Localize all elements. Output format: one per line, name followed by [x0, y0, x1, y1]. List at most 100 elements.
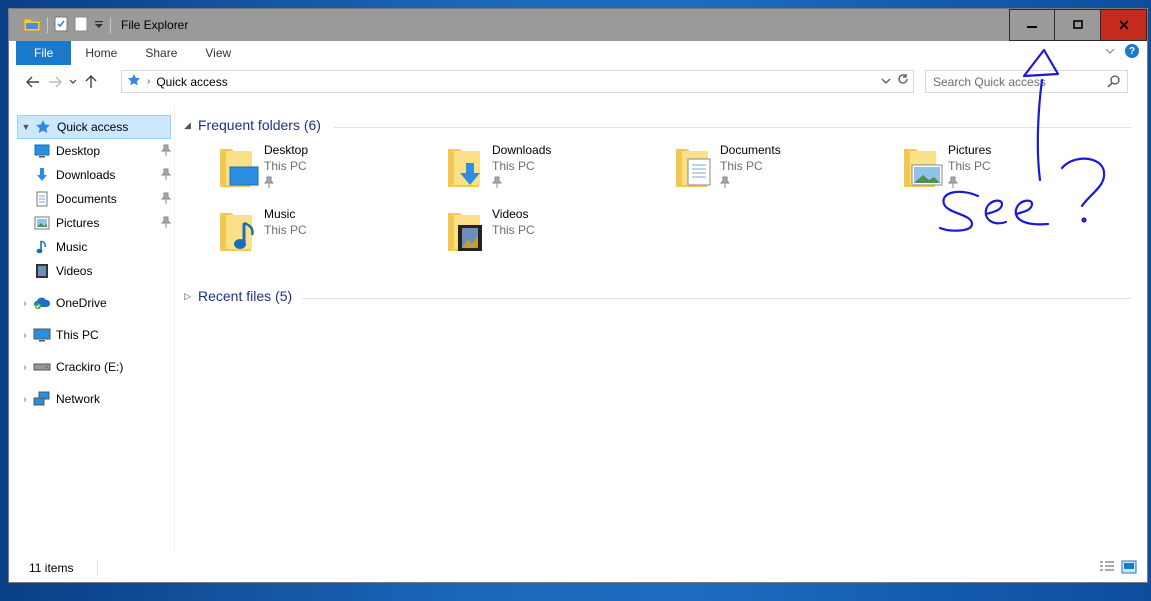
pin-icon[interactable]	[491, 176, 503, 191]
sidebar-item-documents[interactable]: Documents	[33, 187, 172, 211]
frequent-folders-group-header[interactable]: ◢ Frequent folders (6)	[184, 117, 321, 133]
folder-tile-music[interactable]: Music This PC	[218, 207, 438, 263]
maximize-button[interactable]	[1055, 9, 1101, 41]
pin-icon[interactable]	[160, 168, 172, 183]
pin-icon[interactable]	[263, 176, 275, 191]
pin-icon[interactable]	[719, 176, 731, 191]
chevron-right-icon[interactable]: ›	[17, 298, 33, 308]
sidebar-item-music[interactable]: Music	[33, 235, 171, 259]
desktop-icon	[33, 143, 51, 159]
new-folder-icon[interactable]	[74, 16, 88, 35]
folder-name: Videos	[492, 207, 529, 221]
sidebar-item-label: Videos	[56, 264, 93, 278]
sidebar-item-desktop[interactable]: Desktop	[33, 139, 172, 163]
drive-icon	[33, 359, 51, 375]
folder-name: Documents	[720, 143, 781, 157]
music-folder-icon	[218, 207, 260, 253]
pin-icon[interactable]	[160, 216, 172, 231]
recent-locations-chevron-icon[interactable]	[66, 71, 80, 93]
videos-folder-icon	[446, 207, 488, 253]
up-arrow-icon[interactable]	[80, 71, 102, 93]
folder-tile-desktop[interactable]: Desktop This PC	[218, 143, 438, 199]
back-arrow-icon[interactable]	[22, 71, 44, 93]
desktop-folder-icon	[218, 143, 260, 189]
properties-icon[interactable]	[54, 16, 68, 35]
sidebar-item-label: Documents	[56, 192, 117, 206]
minimize-button[interactable]	[1009, 9, 1055, 41]
window-controls	[1009, 9, 1147, 41]
view-switcher	[1099, 560, 1137, 577]
sidebar-item-label: Music	[56, 240, 88, 254]
this-pc-icon	[33, 327, 51, 343]
videos-icon	[33, 263, 51, 279]
folder-app-icon	[23, 16, 41, 35]
ribbon-tabs: File Home Share View ?	[9, 41, 1147, 65]
breadcrumb-separator-icon: ›	[147, 76, 151, 87]
recent-files-group-header[interactable]: ▷ Recent files (5)	[184, 288, 292, 304]
status-bar: 11 items	[9, 557, 1147, 579]
folder-tile-pictures[interactable]: Pictures This PC	[902, 143, 1122, 199]
tab-share[interactable]: Share	[131, 41, 191, 65]
help-icon[interactable]: ?	[1125, 44, 1139, 58]
folder-location: This PC	[720, 159, 763, 173]
sidebar-item-label: Desktop	[56, 144, 101, 158]
forward-arrow-icon[interactable]	[44, 71, 66, 93]
expand-ribbon-icon[interactable]	[1105, 44, 1115, 58]
breadcrumb-quick-access[interactable]: Quick access	[156, 75, 227, 89]
folder-tile-downloads[interactable]: Downloads This PC	[446, 143, 666, 199]
group-divider	[302, 298, 1131, 299]
folder-location: This PC	[492, 159, 535, 173]
sidebar-item-label: Crackiro (E:)	[56, 360, 124, 374]
folder-tile-videos[interactable]: Videos This PC	[446, 207, 666, 263]
toolbar-separator	[47, 17, 48, 33]
search-box[interactable]: Search Quick access	[925, 70, 1128, 93]
sidebar-item-downloads[interactable]: Downloads	[33, 163, 172, 187]
chevron-down-icon[interactable]: ▼	[18, 122, 34, 132]
folder-name: Pictures	[948, 143, 992, 157]
tab-view[interactable]: View	[191, 41, 245, 65]
onedrive-icon	[33, 295, 51, 311]
tab-file[interactable]: File	[16, 41, 72, 65]
group-divider	[334, 127, 1131, 128]
address-bar[interactable]: › Quick access	[121, 70, 914, 93]
folder-location: This PC	[264, 223, 307, 237]
large-icons-view-icon[interactable]	[1121, 560, 1137, 577]
refresh-icon[interactable]	[897, 73, 909, 88]
close-button[interactable]	[1101, 9, 1147, 41]
folder-location: This PC	[492, 223, 535, 237]
folder-tile-documents[interactable]: Documents This PC	[674, 143, 894, 199]
chevron-right-icon[interactable]: ›	[17, 330, 33, 340]
tab-home[interactable]: Home	[71, 41, 131, 65]
sidebar-item-crackiro-drive[interactable]: › Crackiro (E:)	[17, 355, 171, 379]
search-input[interactable]: Search Quick access	[933, 75, 1046, 89]
sidebar-item-network[interactable]: › Network	[17, 387, 171, 411]
minimize-icon	[1027, 26, 1037, 28]
expand-triangle-icon[interactable]: ▷	[184, 291, 198, 302]
pin-icon[interactable]	[160, 192, 172, 207]
pictures-icon	[33, 215, 51, 231]
downloads-folder-icon	[446, 143, 488, 189]
collapse-triangle-icon[interactable]: ◢	[184, 120, 198, 131]
sidebar-item-label: Network	[56, 392, 101, 406]
music-icon	[33, 239, 51, 255]
pin-icon[interactable]	[947, 176, 959, 191]
sidebar-item-label: Downloads	[56, 168, 116, 182]
customize-toolbar-icon[interactable]	[94, 18, 104, 32]
folder-name: Downloads	[492, 143, 552, 157]
sidebar-item-this-pc[interactable]: › This PC	[17, 323, 171, 347]
address-history-chevron-icon[interactable]	[881, 74, 891, 88]
sidebar-item-videos[interactable]: Videos	[33, 259, 171, 283]
sidebar-item-onedrive[interactable]: › OneDrive	[17, 291, 171, 315]
item-count: 11 items	[29, 561, 74, 575]
chevron-right-icon[interactable]: ›	[17, 362, 33, 372]
chevron-right-icon[interactable]: ›	[17, 394, 33, 404]
folder-location: This PC	[264, 159, 307, 173]
sidebar-item-quick-access[interactable]: ▼ Quick access	[17, 115, 171, 139]
search-icon[interactable]	[1107, 74, 1121, 91]
sidebar-item-label: Pictures	[56, 216, 100, 230]
pin-icon[interactable]	[160, 144, 172, 159]
details-view-icon[interactable]	[1099, 560, 1115, 577]
group-header-label: Frequent folders (6)	[198, 117, 321, 133]
folder-name: Music	[264, 207, 296, 221]
sidebar-item-pictures[interactable]: Pictures	[33, 211, 172, 235]
